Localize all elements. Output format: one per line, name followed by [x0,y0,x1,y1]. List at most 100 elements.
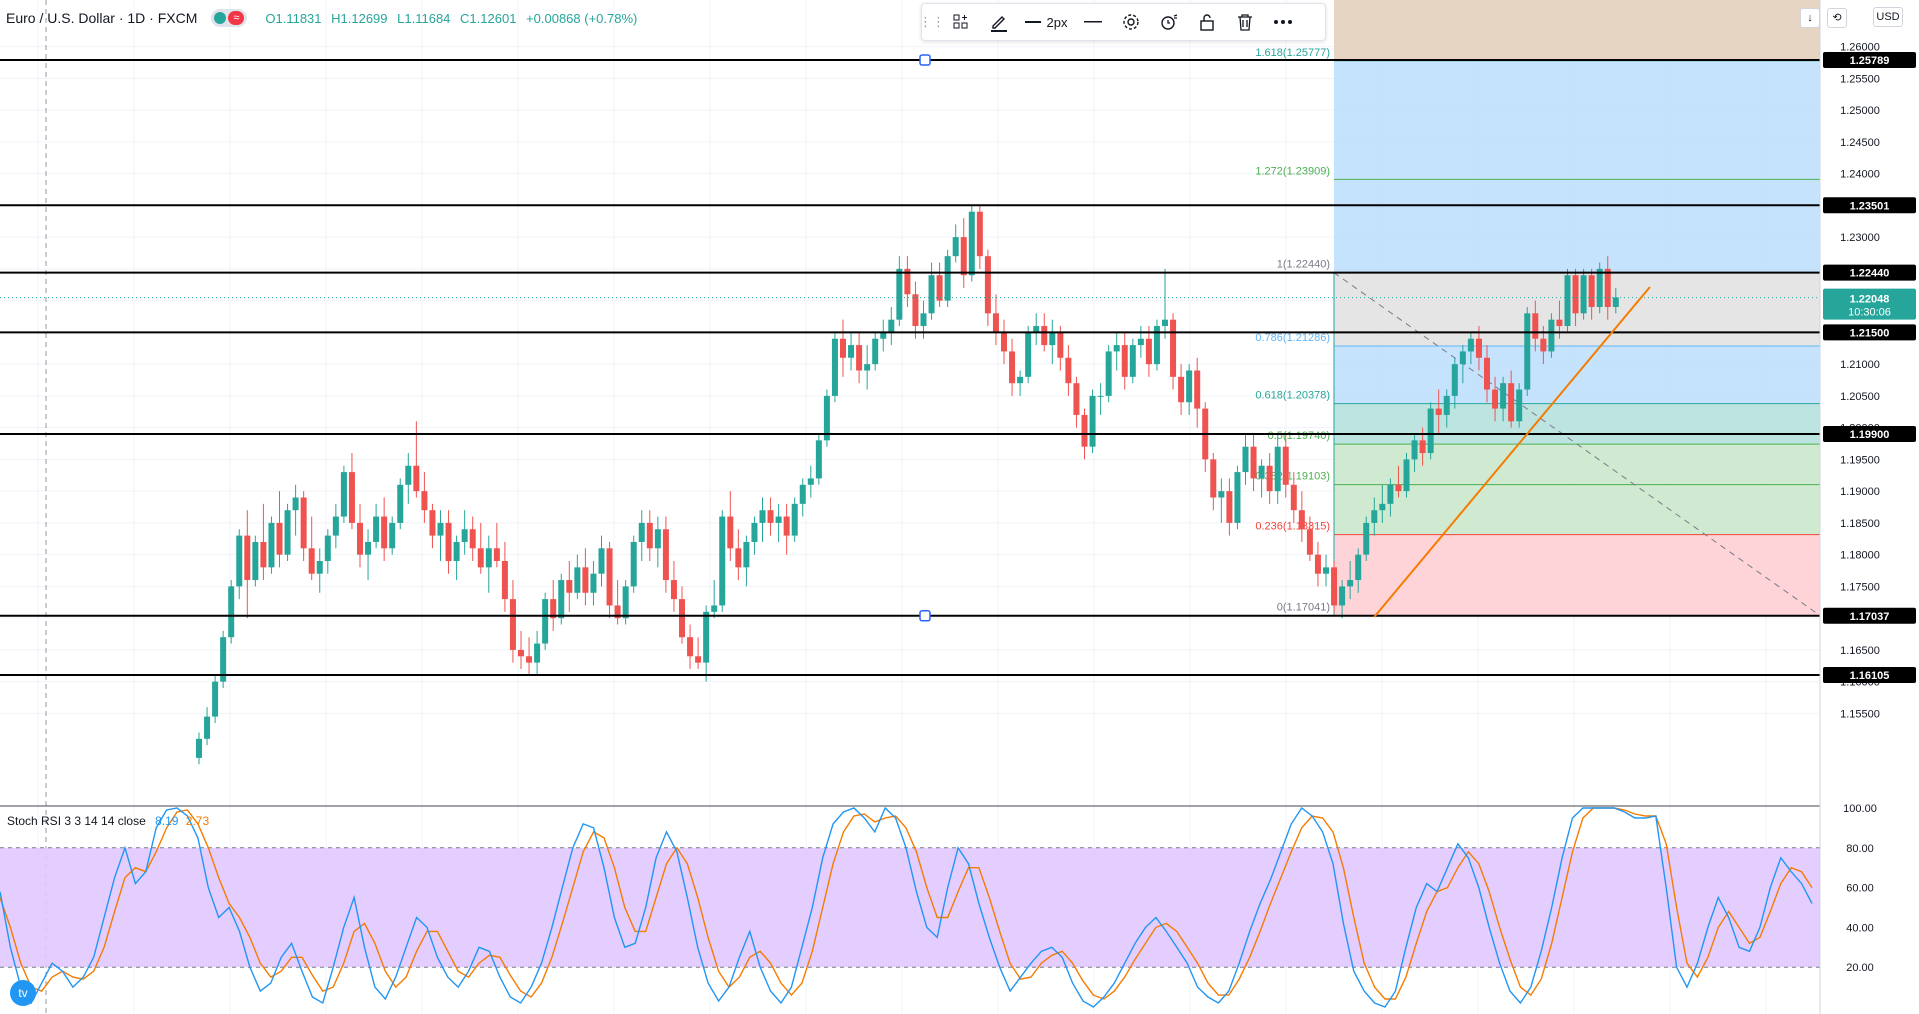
more-icon[interactable] [1264,4,1302,40]
candle-up [823,389,830,447]
currency-label[interactable]: USD [1873,7,1903,27]
price-chart[interactable]: 1.618(1.25777) 1.272(1.23909) 1(1.22440) 0.… [0,0,1919,1014]
candle-down [518,630,524,669]
candle-up [1162,268,1168,339]
candle-down [912,281,919,339]
scroll-down-icon[interactable]: ↓ [1800,8,1820,28]
candle-body [976,211,983,257]
candle-body [1339,586,1346,606]
price-axis[interactable] [1819,0,1919,1014]
candle-up [373,503,380,549]
candle-body [743,541,750,568]
drag-handle[interactable] [919,54,931,66]
level-price-label: 1.23501 [1850,200,1890,212]
candle-up [1258,459,1265,498]
price-tick-label: 1.20500 [1840,391,1880,403]
candle-body [912,294,919,327]
gear-icon[interactable] [1112,4,1150,40]
line-style-icon[interactable] [1074,4,1112,40]
candle-body [1218,491,1225,498]
candle-body [1258,465,1265,479]
status-pill[interactable]: ≈ [211,9,248,27]
candle-down [840,319,846,377]
price-axis-bg [1820,0,1919,1014]
candle-down [244,510,251,619]
candle-body [1282,446,1289,485]
candle-up [1403,453,1410,498]
candle-body [751,522,758,542]
candle-body [1250,446,1257,479]
price-tick-label: 1.26000 [1840,42,1880,54]
candle-down [1210,453,1217,511]
candle-down [670,561,677,612]
candle-body [1467,338,1474,352]
candle-body [1089,395,1096,447]
candle-up [332,503,339,549]
pencil-icon[interactable] [980,4,1018,40]
candle-up [703,605,710,682]
chart-stage[interactable]: 1.618(1.25777) 1.272(1.23909) 1(1.22440) 0.… [0,0,1919,1014]
candle-body [759,510,766,523]
candle-up [228,580,235,644]
candle-up [284,503,291,562]
candle-body [1226,491,1233,523]
candle-body [501,561,508,600]
candle-body [493,548,500,562]
market-open-icon [214,12,227,24]
candle-body [1210,459,1217,498]
candle-body [445,522,452,562]
candle-body [1363,522,1370,555]
template-icon[interactable] [942,4,980,40]
ohlc-change: +0.00868 (+0.78%) [526,10,638,26]
candle-body [1435,408,1442,415]
candle-body [1009,351,1016,384]
candle-up [590,561,597,606]
price-tick-label: 1.17500 [1840,581,1880,593]
grip-icon[interactable]: ⋮⋮ [919,4,945,40]
stoch-tick-label: 100.00 [1843,803,1877,815]
candle-up [598,535,605,587]
fib-extension-zones[interactable]: 1.618(1.25777) 1.272(1.23909) 1(1.22440) 0.… [1255,0,1820,617]
candle-body [1580,275,1587,314]
price-tick-label: 1.18500 [1840,518,1880,530]
stoch-tick-label: 80.00 [1846,843,1874,855]
candle-body [695,656,702,663]
candle-up [1596,262,1603,314]
lock-icon[interactable] [1188,4,1226,40]
candle-body [735,548,742,568]
symbol-title[interactable]: Euro / U.S. Dollar · 1D · FXCM [6,10,197,26]
drag-handle[interactable] [919,610,931,622]
candle-body [1290,484,1297,511]
candle-body [1492,389,1499,409]
fib-level-label: 0.236(1.18315) [1255,521,1330,533]
candle-down [429,503,436,549]
line-width-icon[interactable]: 2px [1018,4,1074,40]
candle-down [550,580,557,631]
candle-down [308,516,315,581]
candle-body [300,497,307,549]
candle-body [848,345,855,358]
candle-down [1170,313,1177,390]
candle-up [1427,402,1434,460]
fib-level-label: 0.5(1.19740) [1268,430,1330,442]
tradingview-logo-icon[interactable]: tv [10,980,36,1006]
candle-down [501,541,508,612]
candle-down [1194,357,1201,428]
candle-up [534,630,541,676]
candle-body [872,338,879,365]
candle-body [1475,338,1482,358]
candle-body [670,580,677,600]
candle-down [662,516,669,593]
candle-body [509,599,516,650]
candle-body [1484,357,1490,390]
candle-body [767,510,774,523]
line-width-label: 2px [1046,14,1068,30]
fib-level-label: 0(1.17041) [1277,602,1330,614]
candle-body [864,364,871,371]
stoch-rsi-title[interactable]: Stoch RSI 3 3 14 14 close [7,814,146,828]
alert-icon[interactable] [1150,4,1188,40]
candle-up [558,573,565,625]
candle-body [1170,319,1177,377]
trash-icon[interactable] [1226,4,1264,40]
refresh-icon[interactable]: ⟲ [1827,8,1847,28]
